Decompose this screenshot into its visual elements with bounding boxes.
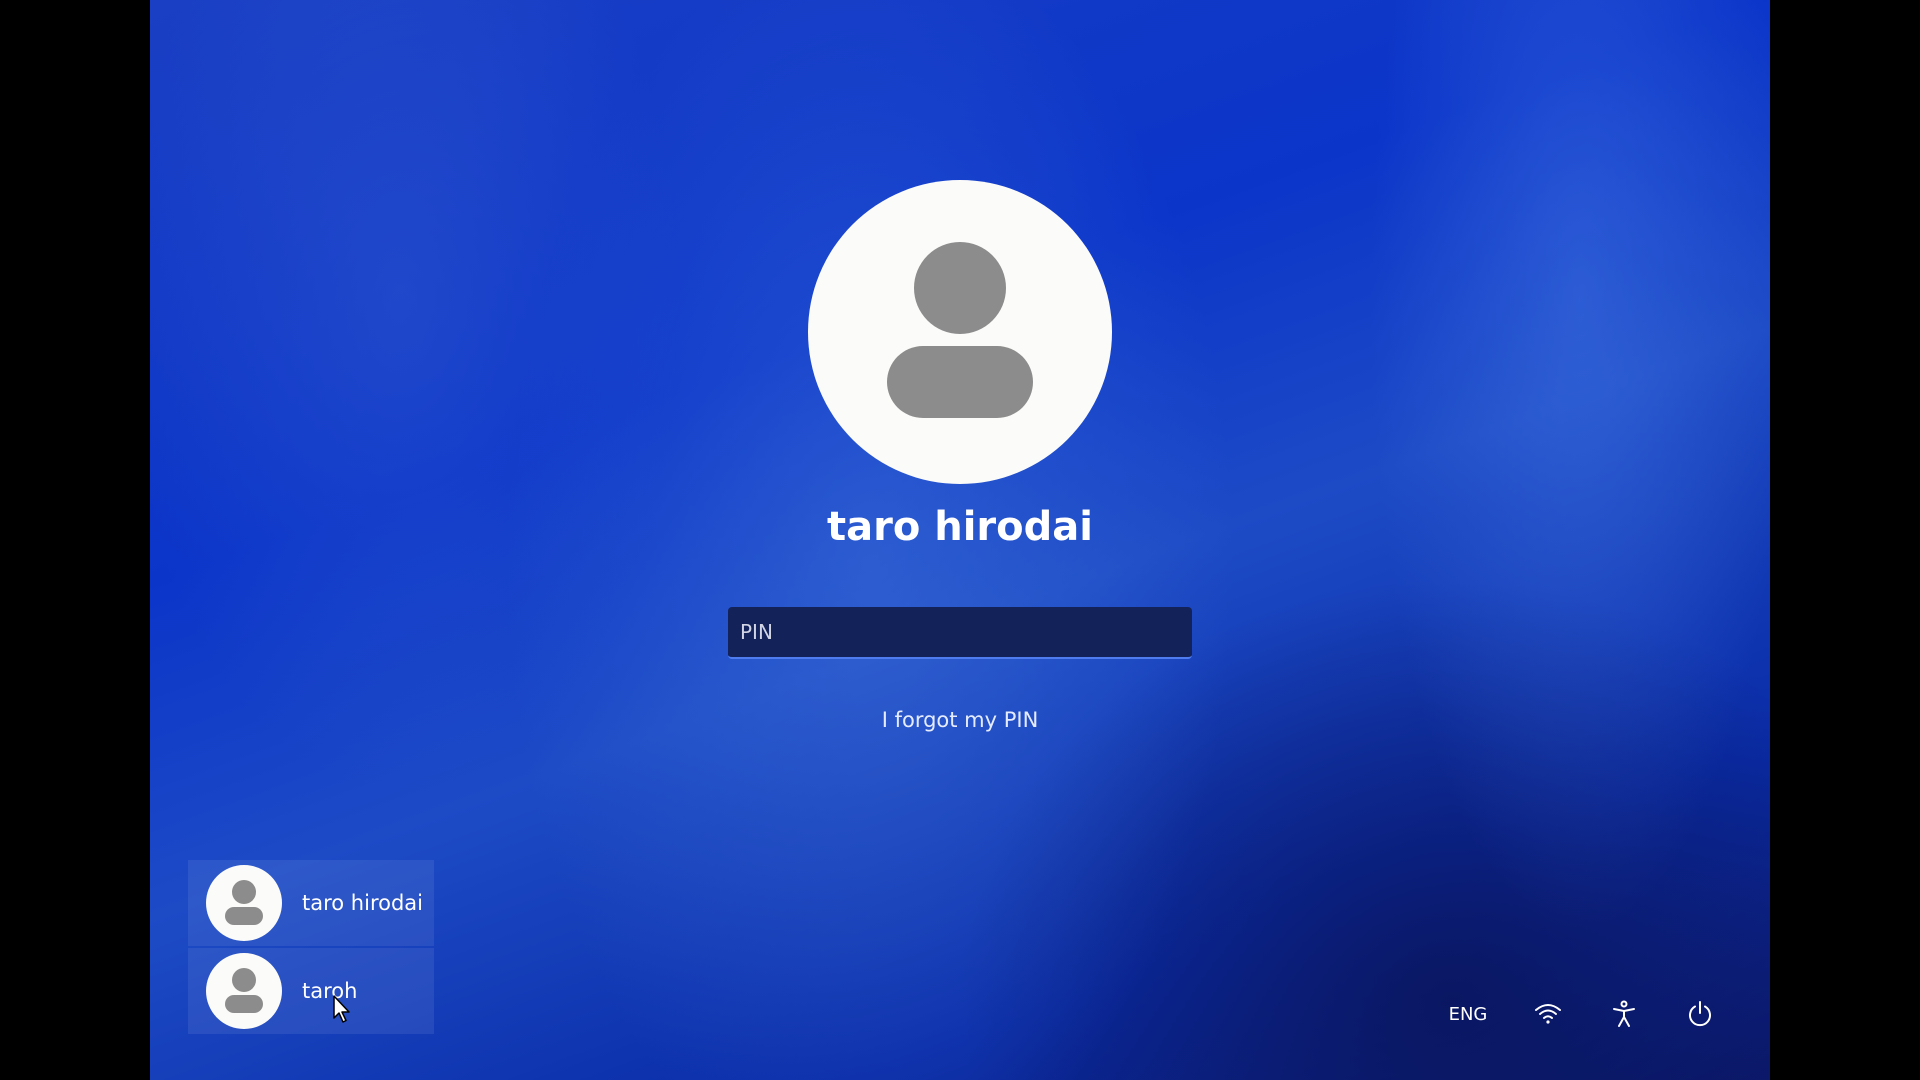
user-avatar-small xyxy=(206,865,282,941)
user-list-item-name: taro hirodai xyxy=(302,891,423,915)
user-avatar-small xyxy=(206,953,282,1029)
avatar-head xyxy=(232,880,256,904)
wifi-icon[interactable] xyxy=(1530,996,1566,1032)
avatar-body xyxy=(887,346,1033,418)
power-icon[interactable] xyxy=(1682,996,1718,1032)
user-switcher-list: taro hirodai taroh xyxy=(188,860,434,1036)
user-avatar xyxy=(808,180,1112,484)
lock-screen: taro hirodai I forgot my PIN taro hiroda… xyxy=(150,0,1770,1080)
user-list-item-taroh[interactable]: taroh xyxy=(188,948,434,1034)
accessibility-icon[interactable] xyxy=(1606,996,1642,1032)
forgot-pin-link[interactable]: I forgot my PIN xyxy=(760,708,1160,732)
mouse-cursor xyxy=(332,994,352,1028)
avatar-body xyxy=(225,995,263,1013)
avatar-head xyxy=(232,968,256,992)
avatar-head xyxy=(914,242,1006,334)
user-list-item-taro-hirodai[interactable]: taro hirodai xyxy=(188,860,434,946)
language-indicator[interactable]: ENG xyxy=(1440,996,1496,1032)
current-username: taro hirodai xyxy=(827,504,1093,550)
avatar-body xyxy=(225,907,263,925)
pin-input[interactable] xyxy=(728,607,1192,659)
